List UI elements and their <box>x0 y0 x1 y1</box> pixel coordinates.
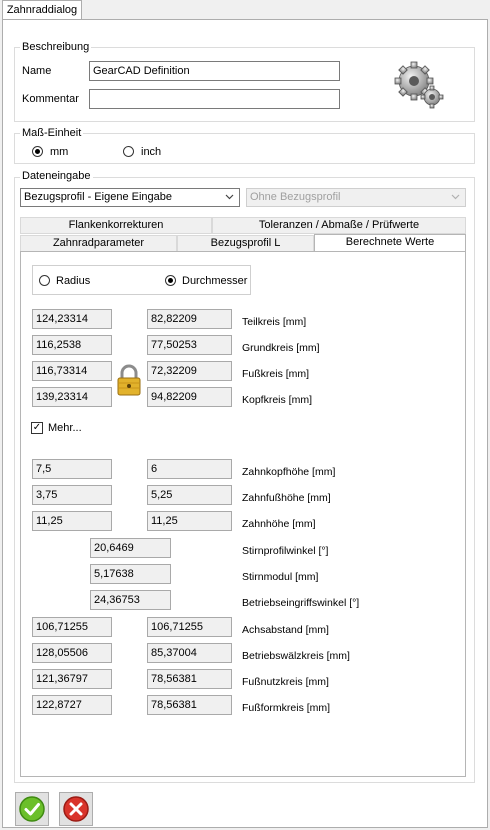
kommentar-input[interactable] <box>89 89 340 109</box>
zahnhoehe-label: Zahnhöhe [mm] <box>242 518 316 530</box>
unit-inch-radio[interactable] <box>123 146 134 157</box>
bezugsprofil-select-value: Bezugsprofil - Eigene Eingabe <box>24 191 172 203</box>
betriebswaelzkreis-left-field: 128,05506 <box>32 643 112 663</box>
fussformkreis-left-field: 122,8727 <box>32 695 112 715</box>
chevron-down-icon <box>225 194 234 200</box>
stirnprofilwinkel-field: 20,6469 <box>90 538 171 558</box>
kommentar-label: Kommentar <box>22 93 79 105</box>
kopfkreis-left-field: 139,23314 <box>32 387 112 407</box>
tab-toleranzen[interactable]: Toleranzen / Abmaße / Prüfwerte <box>212 217 466 234</box>
durchmesser-radio[interactable] <box>165 275 176 286</box>
teilkreis-label: Teilkreis [mm] <box>242 316 307 328</box>
teilkreis-right-field: 82,82209 <box>147 309 232 329</box>
teilkreis-left-field: 124,23314 <box>32 309 112 329</box>
tab-zahnradparameter[interactable]: Zahnradparameter <box>20 235 177 252</box>
ok-button[interactable] <box>15 792 49 826</box>
chevron-down-icon <box>451 194 460 200</box>
durchmesser-label: Durchmesser <box>182 275 248 287</box>
zahnkopfhoehe-label: Zahnkopfhöhe [mm] <box>242 466 336 478</box>
achsabstand-label: Achsabstand [mm] <box>242 624 329 636</box>
kopfkreis-label: Kopfkreis [mm] <box>242 394 313 406</box>
mehr-label: Mehr... <box>48 422 82 434</box>
zahnhoehe-right-field: 11,25 <box>147 511 232 531</box>
grundkreis-left-field: 116,2538 <box>32 335 112 355</box>
stirnmodul-field: 5,17638 <box>90 564 171 584</box>
grundkreis-label: Grundkreis [mm] <box>242 342 320 354</box>
fussformkreis-right-field: 78,56381 <box>147 695 232 715</box>
window-tab[interactable]: Zahnraddialog <box>2 0 82 20</box>
lock-button[interactable] <box>112 362 146 398</box>
fussnutzkreis-left-field: 121,36797 <box>32 669 112 689</box>
fusskreis-label: Fußkreis [mm] <box>242 368 310 380</box>
betriebseingriffswinkel-field: 24,36753 <box>90 590 171 610</box>
radius-label: Radius <box>56 275 91 287</box>
zahnhoehe-left-field: 11,25 <box>32 511 112 531</box>
zahnfusshoehe-right-field: 5,25 <box>147 485 232 505</box>
achsabstand-right-field: 106,71255 <box>147 617 232 637</box>
zahnkopfhoehe-left-field: 7,5 <box>32 459 112 479</box>
fussnutzkreis-right-field: 78,56381 <box>147 669 232 689</box>
mehr-checkbox[interactable]: ✓ <box>31 422 43 434</box>
unit-mm-radio[interactable] <box>32 146 43 157</box>
betriebswaelzkreis-right-field: 85,37004 <box>147 643 232 663</box>
betriebseingriffswinkel-label: Betriebseingriffswinkel [°] <box>242 597 360 609</box>
zahnkopfhoehe-right-field: 6 <box>147 459 232 479</box>
cancel-x-icon <box>63 796 89 822</box>
tab-flankenkorrekturen[interactable]: Flankenkorrekturen <box>20 217 212 234</box>
achsabstand-left-field: 106,71255 <box>32 617 112 637</box>
tab-bezugsprofil-l[interactable]: Bezugsprofil L <box>177 235 314 252</box>
stirnprofilwinkel-label: Stirnprofilwinkel [°] <box>242 545 329 557</box>
fusskreis-left-field: 116,73314 <box>32 361 112 381</box>
lock-icon <box>117 364 141 396</box>
fusskreis-right-field: 72,32209 <box>147 361 232 381</box>
beschreibung-legend: Beschreibung <box>20 41 92 53</box>
ok-check-icon <box>19 796 45 822</box>
cancel-button[interactable] <box>59 792 93 826</box>
kopfkreis-right-field: 94,82209 <box>147 387 232 407</box>
mass-einheit-legend: Maß-Einheit <box>20 127 84 139</box>
bezugsprofil-select[interactable]: Bezugsprofil - Eigene Eingabe <box>20 188 240 207</box>
gear-logo-icon <box>394 61 444 109</box>
betriebswaelzkreis-label: Betriebswälzkreis [mm] <box>242 650 350 662</box>
name-input[interactable]: GearCAD Definition <box>89 61 340 81</box>
zahnfusshoehe-left-field: 3,75 <box>32 485 112 505</box>
grundkreis-right-field: 77,50253 <box>147 335 232 355</box>
dateneingabe-legend: Dateneingabe <box>20 170 93 182</box>
name-label: Name <box>22 65 52 77</box>
fussnutzkreis-label: Fußnutzkreis [mm] <box>242 676 329 688</box>
tab-berechnete-werte[interactable]: Berechnete Werte <box>314 234 466 252</box>
unit-mm-label: mm <box>50 146 69 158</box>
stirnmodul-label: Stirnmodul [mm] <box>242 571 319 583</box>
bezugsprofil-type-value: Ohne Bezugsprofil <box>250 191 341 203</box>
bezugsprofil-type-select: Ohne Bezugsprofil <box>246 188 466 207</box>
unit-inch-label: inch <box>141 146 162 158</box>
zahnfusshoehe-label: Zahnfußhöhe [mm] <box>242 492 331 504</box>
fussformkreis-label: Fußformkreis [mm] <box>242 702 331 714</box>
radius-radio[interactable] <box>39 275 50 286</box>
